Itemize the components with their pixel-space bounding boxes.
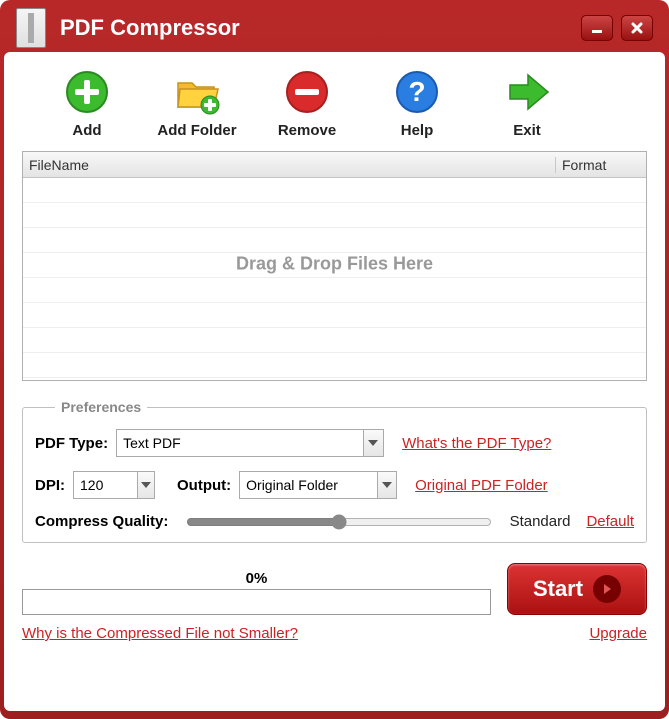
file-list[interactable]: FileName Format Drag & Drop Files Here [22, 151, 647, 381]
app-window: PDF Compressor Add Add Folder [0, 0, 669, 719]
toolbar: Add Add Folder Remove ? Help [22, 64, 647, 149]
remove-button[interactable]: Remove [252, 68, 362, 139]
bottom-row: 0% Start [22, 563, 647, 615]
chevron-down-icon[interactable] [363, 430, 383, 456]
app-icon [16, 8, 46, 48]
start-label: Start [533, 576, 583, 602]
list-row [23, 353, 646, 378]
pdftype-input[interactable] [117, 430, 363, 456]
list-row [23, 303, 646, 328]
exit-label: Exit [513, 122, 541, 139]
output-select[interactable] [239, 471, 397, 499]
add-button[interactable]: Add [32, 68, 142, 139]
column-format[interactable]: Format [556, 157, 646, 173]
quality-slider[interactable] [186, 514, 491, 530]
column-filename[interactable]: FileName [23, 157, 556, 173]
add-folder-button[interactable]: Add Folder [142, 68, 252, 139]
arrow-right-icon [503, 68, 551, 116]
drop-hint: Drag & Drop Files Here [236, 253, 433, 274]
window-body: Add Add Folder Remove ? Help [4, 52, 665, 711]
list-row [23, 178, 646, 203]
chevron-down-icon[interactable] [137, 472, 154, 498]
list-header: FileName Format [23, 152, 646, 178]
output-input[interactable] [240, 472, 377, 498]
minimize-icon [590, 21, 604, 35]
svg-text:?: ? [408, 76, 425, 107]
minus-icon [283, 68, 331, 116]
add-label: Add [72, 122, 101, 139]
list-row [23, 328, 646, 353]
dpi-label: DPI: [35, 477, 65, 494]
preferences-group: Preferences PDF Type: What's the PDF Typ… [22, 399, 647, 543]
quality-default-link[interactable]: Default [586, 513, 634, 530]
list-rows [23, 178, 646, 380]
add-folder-label: Add Folder [157, 122, 236, 139]
exit-button[interactable]: Exit [472, 68, 582, 139]
close-icon [630, 21, 644, 35]
preferences-legend: Preferences [55, 399, 147, 415]
help-label: Help [401, 122, 434, 139]
list-row [23, 203, 646, 228]
dpi-input[interactable] [74, 472, 137, 498]
chevron-down-icon[interactable] [377, 472, 396, 498]
why-link[interactable]: Why is the Compressed File not Smaller? [22, 625, 298, 642]
remove-label: Remove [278, 122, 336, 139]
progress-bar [22, 589, 491, 615]
output-folder-link[interactable]: Original PDF Folder [415, 477, 548, 494]
list-row [23, 228, 646, 253]
quality-label: Compress Quality: [35, 513, 168, 530]
arrow-circle-icon [593, 575, 621, 603]
pdftype-help-link[interactable]: What's the PDF Type? [402, 435, 551, 452]
pdftype-select[interactable] [116, 429, 384, 457]
progress-text: 0% [22, 570, 491, 587]
minimize-button[interactable] [581, 15, 613, 41]
start-button[interactable]: Start [507, 563, 647, 615]
close-button[interactable] [621, 15, 653, 41]
pdftype-label: PDF Type: [35, 435, 108, 452]
window-title: PDF Compressor [60, 15, 573, 41]
quality-value: Standard [510, 513, 571, 530]
help-icon: ? [393, 68, 441, 116]
dpi-select[interactable] [73, 471, 155, 499]
plus-icon [63, 68, 111, 116]
help-button[interactable]: ? Help [362, 68, 472, 139]
upgrade-link[interactable]: Upgrade [589, 625, 647, 642]
titlebar: PDF Compressor [4, 4, 665, 52]
folder-plus-icon [173, 68, 221, 116]
list-row [23, 278, 646, 303]
output-label: Output: [177, 477, 231, 494]
progress-wrap: 0% [22, 570, 491, 615]
footer: Why is the Compressed File not Smaller? … [22, 625, 647, 642]
